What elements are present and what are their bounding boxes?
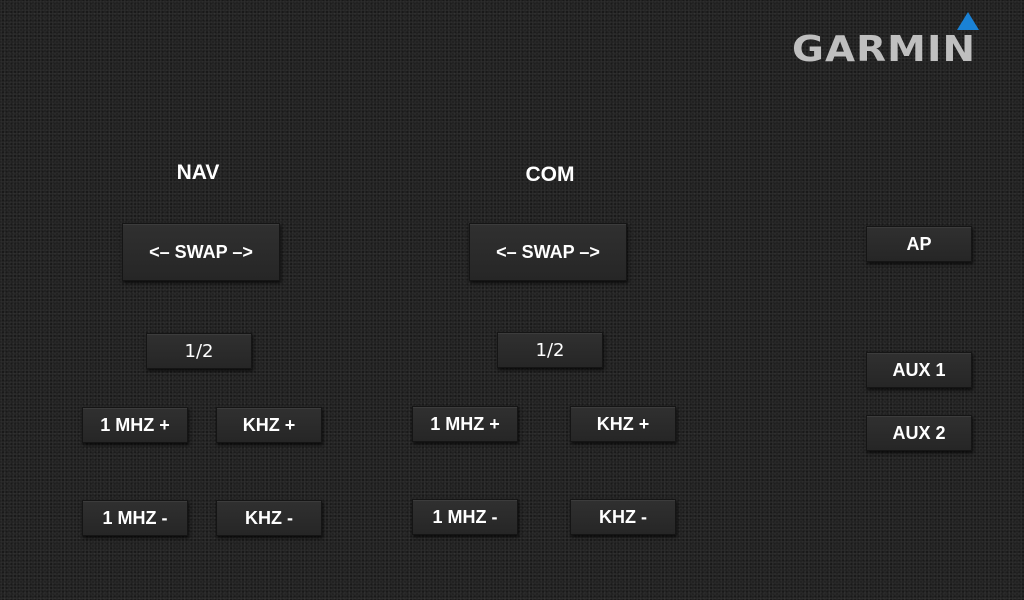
aux2-button[interactable]: AUX 2 [866, 415, 972, 451]
nav-mhz-plus-button[interactable]: 1 MHZ + [82, 407, 188, 443]
triangle-icon [957, 12, 979, 30]
ap-button[interactable]: AP [866, 226, 972, 262]
com-swap-button[interactable]: <– SWAP –> [469, 223, 627, 281]
com-khz-plus-button[interactable]: KHZ + [570, 406, 676, 442]
garmin-logo: GARMIN [790, 10, 990, 70]
nav-half-button[interactable]: 1/2 [146, 333, 252, 369]
aux1-button[interactable]: AUX 1 [866, 352, 972, 388]
com-khz-minus-button[interactable]: KHZ - [570, 499, 676, 535]
logo-text: GARMIN [792, 29, 977, 70]
nav-swap-button[interactable]: <– SWAP –> [122, 223, 280, 281]
nav-mhz-minus-button[interactable]: 1 MHZ - [82, 500, 188, 536]
nav-khz-minus-button[interactable]: KHZ - [216, 500, 322, 536]
nav-section-label: NAV [176, 161, 220, 184]
com-mhz-minus-button[interactable]: 1 MHZ - [412, 499, 518, 535]
com-half-button[interactable]: 1/2 [497, 332, 603, 368]
nav-khz-plus-button[interactable]: KHZ + [216, 407, 322, 443]
com-mhz-plus-button[interactable]: 1 MHZ + [412, 406, 518, 442]
com-section-label: COM [525, 163, 575, 186]
